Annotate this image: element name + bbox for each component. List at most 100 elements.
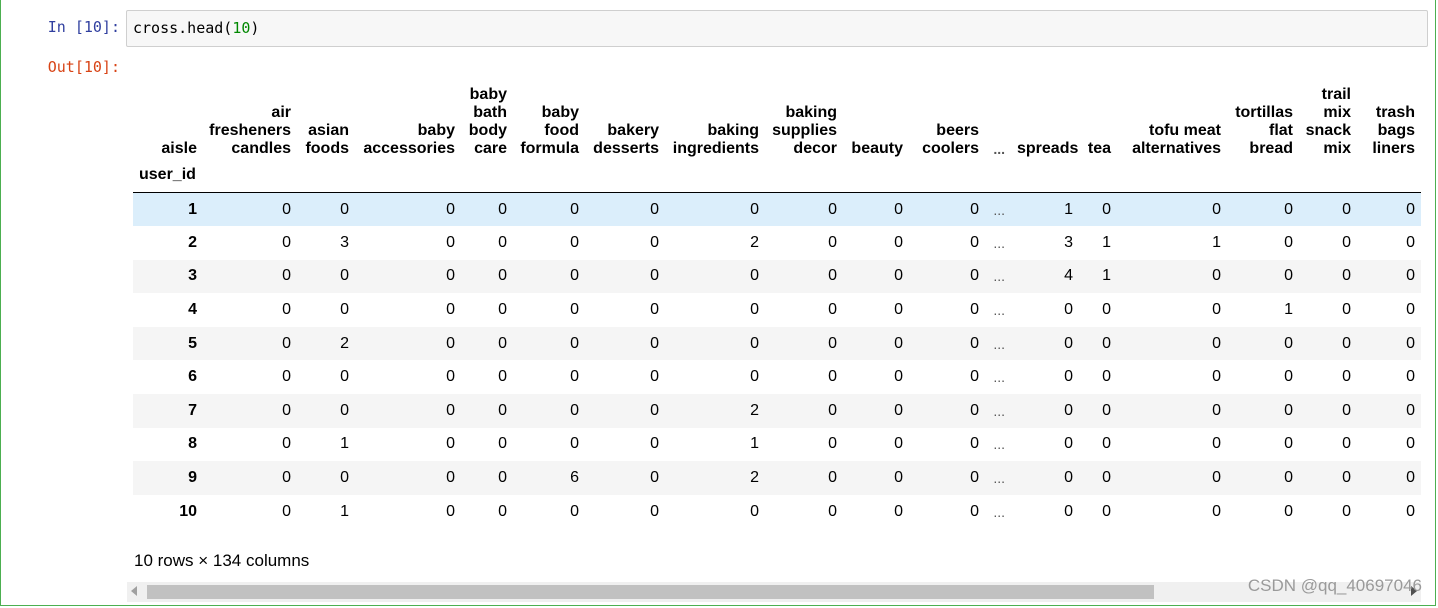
table-cell: 0 <box>1406 301 1415 319</box>
column-header: beauty <box>851 140 903 157</box>
column-header: baking ingredients <box>672 122 759 157</box>
table-cell: 0 <box>894 301 903 319</box>
dataframe-summary: 10 rows × 134 columns <box>134 551 310 570</box>
table-row[interactable]: 8 0 1 0 0 0 0 1 0 0 0... 0 0 0 0 0 0 <box>133 428 1421 462</box>
table-row[interactable]: 1 0 0 0 0 0 0 0 0 0 0... 1 0 0 0 0 0 <box>133 192 1421 227</box>
table-cell: 0 <box>1284 200 1293 218</box>
scroll-left-arrow-icon[interactable] <box>131 586 137 596</box>
column-header: baby accessories <box>363 122 455 157</box>
ellipsis-cell: ... <box>993 470 1005 487</box>
table-cell: 0 <box>894 469 903 487</box>
table-cell: 0 <box>282 401 291 419</box>
ellipsis-cell: ... <box>993 436 1005 453</box>
horizontal-scrollbar[interactable] <box>127 582 1421 602</box>
scrollbar-thumb[interactable] <box>147 585 1154 599</box>
table-cell: 0 <box>828 233 837 251</box>
table-cell: 0 <box>828 200 837 218</box>
table-cell: 0 <box>570 334 579 352</box>
table-row[interactable]: 3 0 0 0 0 0 0 0 0 0 0... 4 1 0 0 0 0 <box>133 259 1421 294</box>
table-cell: 0 <box>570 267 579 285</box>
table-row[interactable]: 7 0 0 0 0 0 0 2 0 0 0... 0 0 0 0 0 0 <box>133 394 1421 428</box>
table-cell: 0 <box>1212 368 1221 386</box>
column-header: baking supplies decor <box>772 104 837 157</box>
table-cell: 0 <box>570 401 579 419</box>
column-header: tofu meat alternatives <box>1132 122 1221 157</box>
table-cell: 0 <box>1342 435 1351 453</box>
table-row[interactable]: 4 0 0 0 0 0 0 0 0 0 0... 0 0 0 1 0 0 <box>133 293 1421 327</box>
table-cell: 0 <box>570 368 579 386</box>
table-cell: 0 <box>446 435 455 453</box>
table-cell: 1 <box>1102 267 1111 285</box>
table-cell: 0 <box>970 267 979 285</box>
index-name-header: user_id <box>133 158 203 193</box>
table-cell: 0 <box>1406 502 1415 520</box>
table-row[interactable]: 6 0 0 0 0 0 0 0 0 0 0... 0 0 0 0 0 0 <box>133 360 1421 394</box>
table-cell: 0 <box>1406 368 1415 386</box>
column-header: spreads <box>1017 140 1079 157</box>
table-cell: 0 <box>1284 469 1293 487</box>
table-cell: 0 <box>1406 401 1415 419</box>
table-cell: 0 <box>282 301 291 319</box>
table-cell: 0 <box>1406 334 1415 352</box>
table-cell: 0 <box>570 435 579 453</box>
table-cell: 0 <box>446 301 455 319</box>
table-row[interactable]: 10 0 1 0 0 0 0 0 0 0 0... 0 0 0 0 0 0 <box>133 495 1421 529</box>
table-cell: 0 <box>282 200 291 218</box>
code-input[interactable]: cross.head(10) <box>126 10 1428 47</box>
ellipsis-cell: ... <box>993 201 1005 218</box>
column-header: baby bath body care <box>468 86 507 157</box>
table-cell: 0 <box>446 233 455 251</box>
table-header-row: aisle air fresheners candles asian foods b… <box>133 78 1421 158</box>
table-cell: 0 <box>446 267 455 285</box>
table-cell: 2 <box>750 469 759 487</box>
row-index: 10 <box>179 502 197 520</box>
table-cell: 0 <box>446 200 455 218</box>
table-cell: 6 <box>570 469 579 487</box>
table-cell: 0 <box>828 368 837 386</box>
table-cell: 0 <box>894 334 903 352</box>
row-index: 4 <box>188 301 197 319</box>
ellipsis-cell: ... <box>993 335 1005 352</box>
table-cell: 0 <box>828 502 837 520</box>
table-row[interactable]: 2 0 3 0 0 0 0 2 0 0 0... 3 1 1 0 0 0 <box>133 226 1421 260</box>
table-cell: 0 <box>1102 502 1111 520</box>
table-cell: 0 <box>1212 435 1221 453</box>
table-cell: 0 <box>828 334 837 352</box>
table-cell: 1 <box>340 435 349 453</box>
table-cell: 0 <box>650 368 659 386</box>
table-cell: 0 <box>1064 334 1073 352</box>
table-cell: 0 <box>446 368 455 386</box>
table-cell: 0 <box>970 435 979 453</box>
table-cell: 0 <box>1342 267 1351 285</box>
ellipsis-cell: ... <box>993 369 1005 386</box>
table-cell: 0 <box>498 233 507 251</box>
table-body: 1 0 0 0 0 0 0 0 0 0 0... 1 0 0 0 0 0 2 0 3 0 0 0 0 2 0 0 0... 3 1 1 0 0 0… <box>133 192 1421 529</box>
table-row[interactable]: 5 0 2 0 0 0 0 0 0 0 0... 0 0 0 0 0 0 <box>133 326 1421 361</box>
table-cell: 0 <box>1064 435 1073 453</box>
table-cell: 0 <box>750 267 759 285</box>
column-header: tortillas flat bread <box>1235 104 1293 157</box>
table-cell: 0 <box>650 233 659 251</box>
table-cell: 0 <box>1342 401 1351 419</box>
column-header: trash bags liners <box>1372 104 1415 157</box>
table-row[interactable]: 9 0 0 0 0 6 0 2 0 0 0... 0 0 0 0 0 0 <box>133 461 1421 495</box>
table-cell: 0 <box>498 502 507 520</box>
table-cell: 0 <box>1284 233 1293 251</box>
table-cell: 0 <box>1284 401 1293 419</box>
table-cell: 0 <box>894 368 903 386</box>
table-cell: 0 <box>1342 334 1351 352</box>
table-cell: 0 <box>650 502 659 520</box>
ellipsis-cell: ... <box>993 268 1005 285</box>
table-cell: 0 <box>570 233 579 251</box>
table-cell: 0 <box>1212 267 1221 285</box>
table-cell: 0 <box>970 502 979 520</box>
table-cell: 0 <box>340 267 349 285</box>
table-cell: 0 <box>570 502 579 520</box>
table-cell: 0 <box>1406 267 1415 285</box>
table-cell: 0 <box>894 401 903 419</box>
table-cell: 0 <box>1102 435 1111 453</box>
table-cell: 0 <box>1212 502 1221 520</box>
table-cell: 3 <box>340 233 349 251</box>
table-cell: 0 <box>446 334 455 352</box>
table-cell: 0 <box>1212 469 1221 487</box>
